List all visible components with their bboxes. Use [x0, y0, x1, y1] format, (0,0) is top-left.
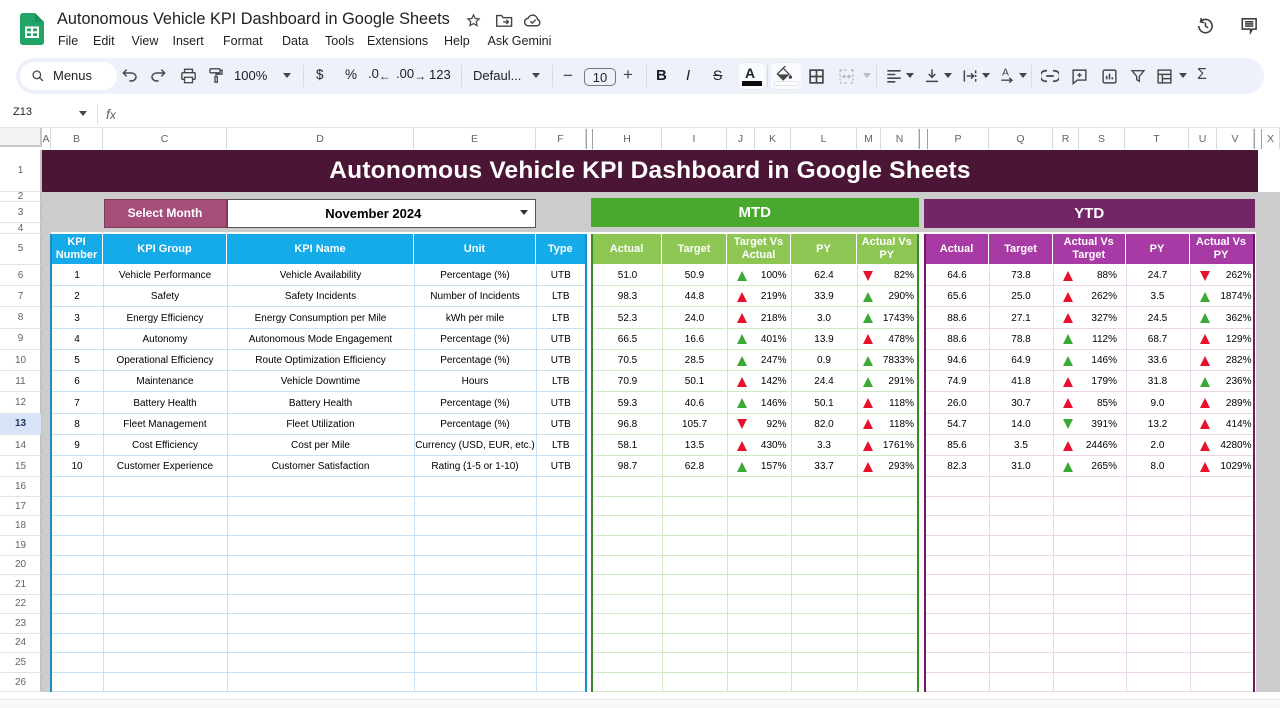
svg-text:A: A: [1002, 68, 1009, 79]
